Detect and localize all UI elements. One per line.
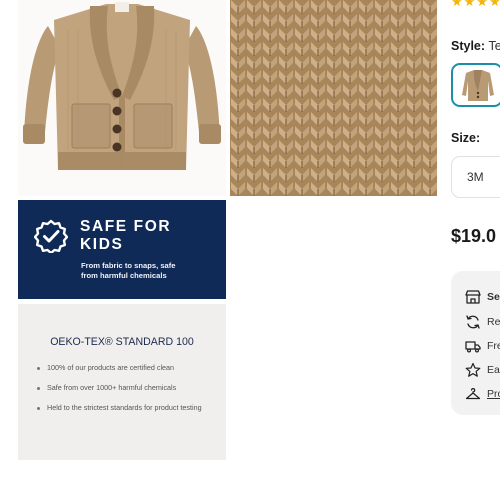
- size-option-3m[interactable]: 3M: [451, 156, 500, 198]
- certification-point: Held to the strictest standards for prod…: [47, 403, 202, 412]
- safe-for-kids-banner: SAFE FOR KIDS From fabric to snaps, safe…: [18, 200, 226, 299]
- list-item: 100% of our products are certified clean: [36, 363, 222, 373]
- safe-banner-title: SAFE FOR KIDS: [80, 218, 172, 253]
- info-row-product-link[interactable]: Pro: [465, 386, 500, 402]
- refresh-icon: [466, 315, 480, 329]
- truck-icon: [465, 341, 481, 353]
- certification-point: 100% of our products are certified clean: [47, 363, 175, 372]
- list-item: Held to the strictest standards for prod…: [36, 403, 222, 413]
- hanger-icon: [465, 388, 481, 400]
- style-label: Style: Te: [451, 39, 500, 53]
- certification-list: 100% of our products are certified clean…: [36, 363, 222, 423]
- info-row-rewards[interactable]: Ea: [465, 362, 500, 378]
- badge-check-icon: [34, 219, 68, 253]
- certification-title: OEKO-TEX® STANDARD 100: [50, 336, 194, 348]
- star-icon: [465, 362, 481, 377]
- swatch-cardigan-thumbnail: [462, 70, 494, 101]
- store-icon: [465, 290, 481, 304]
- info-row-shipping[interactable]: Fre: [465, 338, 500, 354]
- info-product-link[interactable]: Pro: [487, 388, 500, 400]
- style-label-text: Style:: [451, 39, 486, 53]
- list-item: Safe from over 1000+ harmful chemicals: [36, 383, 222, 393]
- info-row-store[interactable]: Se: [465, 289, 500, 305]
- bullet-icon: [37, 407, 40, 410]
- info-shipping-text: Fre: [487, 340, 500, 352]
- price: $19.0: [451, 226, 497, 246]
- size-label: Size:: [451, 131, 481, 145]
- product-photo-cardigan[interactable]: [18, 0, 226, 196]
- style-value: Te: [488, 39, 500, 53]
- info-row-returns[interactable]: Re: [465, 314, 500, 330]
- certification-panel: OEKO-TEX® STANDARD 100 100% of our produ…: [18, 304, 226, 460]
- info-store-text: Se: [487, 291, 500, 303]
- bullet-icon: [37, 387, 40, 390]
- safe-banner-subtitle: From fabric to snaps, safe from harmful …: [81, 261, 176, 280]
- info-rewards-text: Ea: [487, 364, 500, 376]
- shipping-info-card: Se Re Fre Ea Pro: [451, 271, 500, 415]
- info-returns-text: Re: [487, 316, 500, 328]
- certification-point: Safe from over 1000+ harmful chemicals: [47, 383, 177, 392]
- style-swatch-selected[interactable]: [451, 63, 500, 107]
- rating-stars[interactable]: ★★★★: [451, 0, 500, 10]
- cardigan-image: [23, 2, 221, 170]
- knit-texture-image: [230, 0, 437, 196]
- product-photo-knit-detail[interactable]: [230, 0, 437, 196]
- bullet-icon: [37, 367, 40, 370]
